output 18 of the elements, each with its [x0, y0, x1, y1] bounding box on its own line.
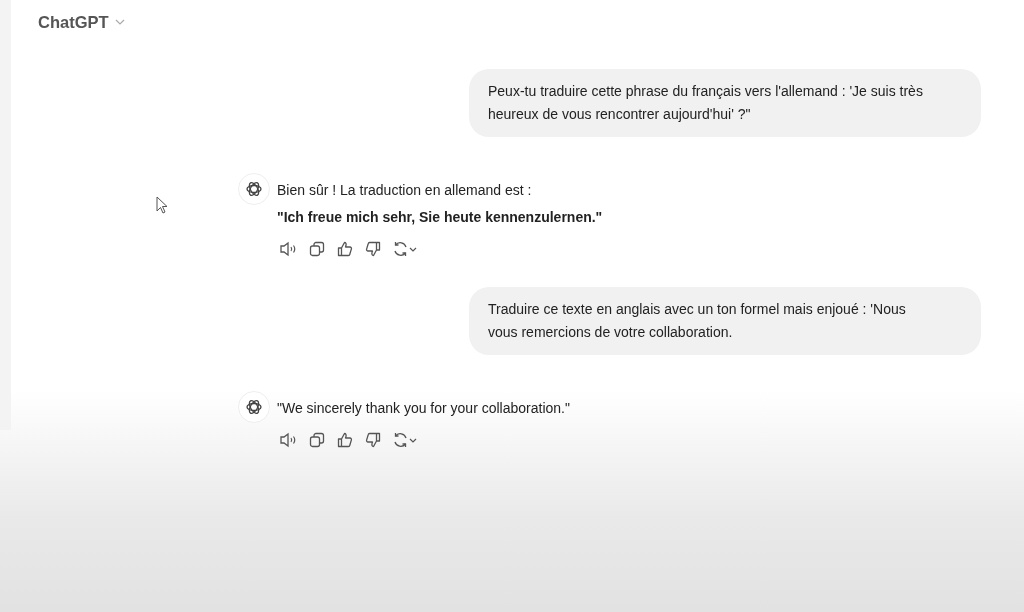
logo-icon: [238, 173, 270, 205]
copy-icon[interactable]: [309, 241, 325, 257]
user-message: Traduire ce texte en anglais avec un ton formel mais enjoué : 'Nous vous remercions de votre collaboration.: [469, 287, 981, 355]
copy-icon[interactable]: [309, 432, 325, 448]
regenerate-icon[interactable]: [393, 432, 419, 448]
speaker-icon[interactable]: [279, 241, 297, 257]
assistant-message: "We sincerely thank you for your collaboration.": [277, 399, 570, 418]
mouse-cursor-icon: [156, 196, 168, 214]
user-message: Peux-tu traduire cette phrase du français vers l'allemand : 'Je suis très heureux de vous rencontrer aujourd'hui' ?": [469, 69, 981, 137]
logo-icon: [238, 391, 270, 423]
speaker-icon[interactable]: [279, 432, 297, 448]
regenerate-icon[interactable]: [393, 241, 419, 257]
assistant-message: Bien sûr ! La traduction en allemand est : "Ich freue mich sehr, Sie heute kennenzulernen.": [277, 181, 603, 227]
thumbs-up-icon[interactable]: [337, 241, 353, 257]
thumbs-up-icon[interactable]: [337, 432, 353, 448]
model-title[interactable]: ChatGPT: [38, 12, 109, 32]
thumbs-down-icon[interactable]: [365, 432, 381, 448]
thumbs-down-icon[interactable]: [365, 241, 381, 257]
